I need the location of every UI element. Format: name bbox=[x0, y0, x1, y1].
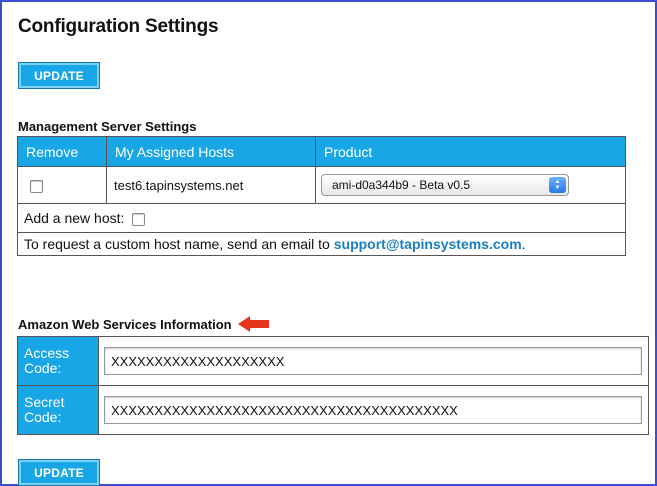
management-section-title: Management Server Settings bbox=[18, 119, 197, 134]
column-header-product: Product bbox=[315, 136, 626, 167]
secret-code-label: Secret Code: bbox=[17, 385, 99, 435]
request-cell: To request a custom host name, send an e… bbox=[17, 232, 626, 256]
product-select[interactable]: ami-d0a344b9 - Beta v0.5 ▲ ▼ bbox=[321, 174, 569, 196]
access-code-input[interactable] bbox=[104, 347, 642, 375]
aws-section-header: Amazon Web Services Information bbox=[18, 316, 269, 332]
host-name: test6.tapinsystems.net bbox=[106, 166, 316, 204]
request-row: To request a custom host name, send an e… bbox=[17, 232, 626, 256]
aws-table: Access Code: Secret Code: bbox=[17, 336, 649, 435]
page-title: Configuration Settings bbox=[18, 16, 219, 37]
add-host-cell: Add a new host: bbox=[17, 203, 626, 233]
product-select-value: ami-d0a344b9 - Beta v0.5 bbox=[332, 178, 471, 192]
support-email-link[interactable]: support@tapinsystems.com bbox=[334, 236, 522, 252]
secret-code-row: Secret Code: bbox=[17, 385, 649, 435]
column-header-hosts: My Assigned Hosts bbox=[106, 136, 316, 167]
aws-section-title: Amazon Web Services Information bbox=[18, 316, 232, 332]
red-left-arrow-icon bbox=[237, 316, 269, 332]
table-row: test6.tapinsystems.net ami-d0a344b9 - Be… bbox=[17, 166, 626, 204]
remove-checkbox[interactable] bbox=[30, 179, 43, 193]
request-text: To request a custom host name, send an e… bbox=[24, 236, 330, 252]
secret-code-cell bbox=[98, 385, 649, 435]
column-header-remove: Remove bbox=[17, 136, 107, 167]
add-host-label: Add a new host: bbox=[24, 210, 125, 226]
up-down-chevron-icon: ▲ ▼ bbox=[549, 177, 566, 193]
secret-code-input[interactable] bbox=[104, 396, 642, 424]
product-cell: ami-d0a344b9 - Beta v0.5 ▲ ▼ bbox=[315, 166, 626, 204]
access-code-row: Access Code: bbox=[17, 336, 649, 386]
add-host-checkbox[interactable] bbox=[132, 212, 146, 226]
update-button-top[interactable]: UPDATE bbox=[19, 63, 99, 88]
access-code-label: Access Code: bbox=[17, 336, 99, 386]
management-table: Remove My Assigned Hosts Product test6.t… bbox=[17, 136, 626, 256]
request-suffix: . bbox=[521, 236, 526, 252]
add-host-row: Add a new host: bbox=[17, 203, 626, 233]
remove-cell bbox=[17, 166, 107, 204]
management-header-row: Remove My Assigned Hosts Product bbox=[17, 136, 626, 167]
access-code-cell bbox=[98, 336, 649, 386]
update-button-bottom[interactable]: UPDATE bbox=[19, 460, 99, 485]
